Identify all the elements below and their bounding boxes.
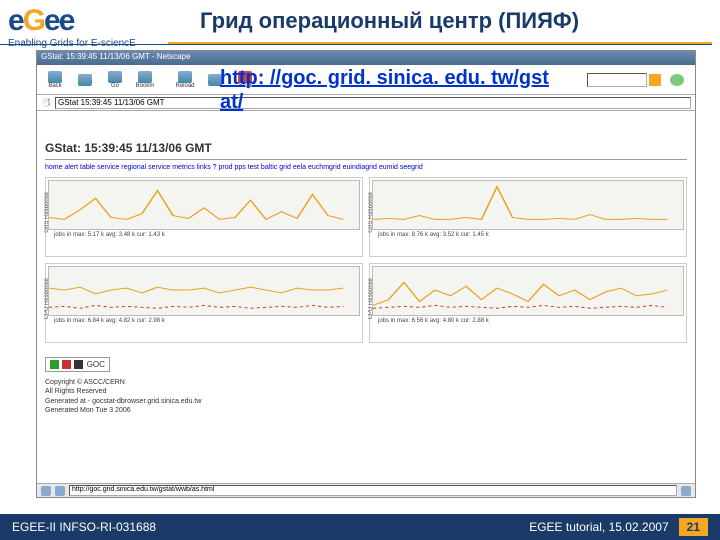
chart-3: CPU Response jobs in max: 6.84 k avg: 4.… — [45, 263, 363, 343]
bookmarks-button[interactable]: Bookm — [131, 68, 159, 92]
gstat-heading: GStat: 15:39:45 11/13/06 GMT — [45, 141, 687, 155]
chart-1: GIIS Response jobs in max: 5.17 k avg: 3… — [45, 177, 363, 257]
reload-button[interactable]: Reload — [171, 68, 199, 92]
copyright-block: Copyright © ASCC/CERN All Rights Reserve… — [45, 378, 687, 414]
browser-window: GStat: 15:39:45 11/13/06 GMT - Netscape … — [36, 50, 696, 498]
go-button[interactable]: Go — [101, 68, 129, 92]
browser-statusbar: http://goc.grid.sinica.edu.tw/gstat/wwb/… — [37, 483, 695, 497]
status-icon — [41, 486, 51, 496]
swatch-red — [62, 360, 71, 369]
back-button[interactable]: Back — [41, 68, 69, 92]
goc-box: GOC — [45, 357, 110, 372]
slide-footer: EGEE-II INFSO-RI-031688 EGEE tutorial, 1… — [0, 514, 720, 540]
chart-2: GIIS Response jobs in max: 8.76 k avg: 3… — [369, 177, 687, 257]
goc-label: GOC — [87, 360, 105, 369]
blue-rule — [0, 44, 712, 45]
forward-button[interactable] — [71, 68, 99, 92]
page-content: GStat: 15:39:45 11/13/06 GMT home alert … — [37, 111, 695, 481]
status-url: http://goc.grid.sinica.edu.tw/gstat/wwb/… — [69, 485, 677, 496]
page-number: 21 — [679, 518, 708, 536]
swatch-green — [50, 360, 59, 369]
footer-right: EGEE tutorial, 15.02.2007 — [529, 520, 668, 534]
slide-title: Грид операционный центр (ПИЯФ) — [200, 8, 579, 34]
chart-4: CPU Response jobs in max: 6.56 k avg: 4.… — [369, 263, 687, 343]
chart-grid: GIIS Response jobs in max: 5.17 k avg: 3… — [45, 177, 687, 343]
netscape-icon — [663, 68, 691, 92]
nav-links[interactable]: home alert table service regional servic… — [45, 164, 687, 171]
bookmark-icon[interactable]: 📑 — [41, 98, 51, 107]
swatch-black — [74, 360, 83, 369]
lock-icon — [681, 486, 691, 496]
window-titlebar: GStat: 15:39:45 11/13/06 GMT - Netscape — [37, 51, 695, 65]
footer-left: EGEE-II INFSO-RI-031688 — [12, 520, 156, 534]
main-link[interactable]: http: //goc. grid. sinica. edu. tw/gstat… — [220, 66, 549, 114]
egee-logo: eGee Enabling Grids for E-sciencE — [8, 4, 168, 49]
status-icon-2 — [55, 486, 65, 496]
